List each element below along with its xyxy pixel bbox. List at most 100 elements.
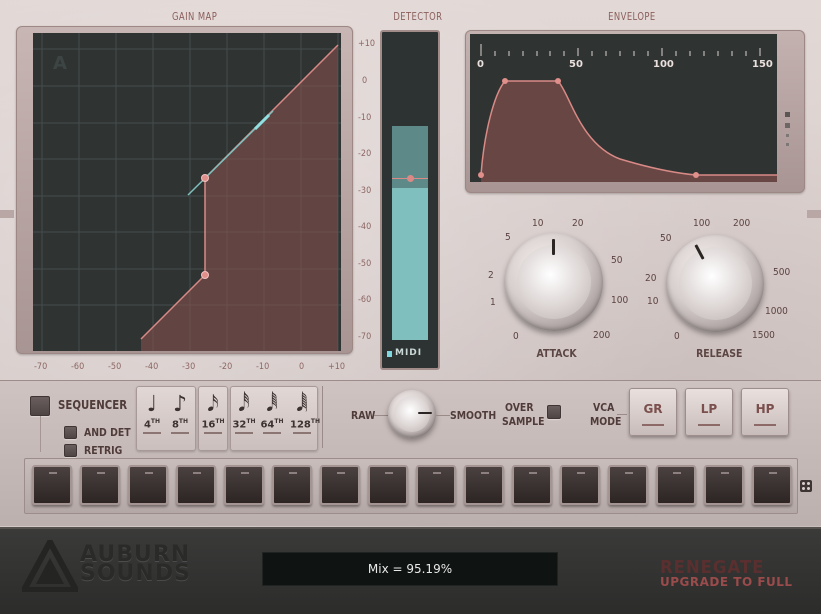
x-tick: -20 [219, 362, 233, 372]
step-button-2[interactable] [80, 465, 120, 505]
note-16th-button[interactable]: 𝅘𝅥𝅯 16TH [201, 392, 225, 435]
dice-icon[interactable] [800, 480, 812, 492]
attack-label: ATTACK [536, 347, 577, 360]
note-8th-button[interactable]: ♪ 8TH [168, 392, 192, 435]
x-tick: -60 [71, 362, 85, 372]
sixteenth-note-icon: 𝅘𝅥𝅯 [207, 392, 219, 417]
eighth-note-icon: ♪ [172, 392, 188, 417]
detector-title: DETECTOR [393, 10, 443, 23]
gain-map-logo-glyph: A [53, 53, 67, 74]
right-rail [807, 210, 821, 218]
x-tick: -40 [145, 362, 159, 372]
envelope-point-start [478, 172, 484, 178]
retrig-checkbox[interactable] [64, 444, 77, 457]
over-sample-checkbox[interactable] [547, 405, 561, 419]
vca-gr-button[interactable]: GR [629, 388, 677, 436]
and-det-checkbox[interactable] [64, 426, 77, 439]
attack-scale-label: 200 [593, 330, 611, 341]
y-tick: -20 [358, 149, 372, 159]
smooth-label: SMOOTH [450, 409, 497, 422]
step-button-6[interactable] [272, 465, 312, 505]
release-scale-label: 50 [660, 233, 672, 244]
step-button-10[interactable] [464, 465, 504, 505]
step-button-13[interactable] [608, 465, 648, 505]
smoothing-knob[interactable] [388, 390, 436, 438]
envelope-display[interactable] [470, 34, 777, 182]
vca-hp-button[interactable]: HP [741, 388, 789, 436]
step-button-12[interactable] [560, 465, 600, 505]
brand-name: AUBURN SOUNDS [80, 542, 191, 586]
attack-scale-label: 20 [572, 218, 584, 229]
release-scale-label: 10 [647, 296, 659, 307]
midi-indicator [387, 351, 392, 357]
step-button-9[interactable] [416, 465, 456, 505]
release-scale-label: 200 [733, 218, 751, 229]
release-label: RELEASE [696, 347, 743, 360]
gain-map-display[interactable]: A [33, 33, 341, 351]
upgrade-link[interactable]: UPGRADE TO FULL [660, 575, 793, 589]
step-button-16[interactable] [752, 465, 792, 505]
vca-line [617, 414, 627, 415]
release-scale-label: 100 [693, 218, 711, 229]
envelope-tick: 150 [752, 59, 773, 70]
attack-scale-label: 0 [513, 331, 519, 342]
attack-scale-label: 1 [490, 297, 496, 308]
raw-line [374, 415, 388, 416]
step-button-14[interactable] [656, 465, 696, 505]
x-tick: -30 [182, 362, 196, 372]
y-tick: +10 [358, 39, 376, 49]
attack-scale-label: 10 [532, 218, 544, 229]
attack-knob[interactable] [505, 233, 603, 331]
detector-meter[interactable]: MIDI [380, 30, 440, 370]
detector-level-bar [392, 188, 428, 340]
note-128th-button[interactable]: 𝅘𝅥𝅲 128TH [290, 392, 320, 435]
over-sample-label-line1: OVER [505, 401, 534, 414]
y-tick: -60 [358, 295, 372, 305]
release-scale-label: 500 [773, 267, 791, 278]
y-tick: -30 [358, 186, 372, 196]
step-button-11[interactable] [512, 465, 552, 505]
envelope-scroll-dots[interactable] [785, 112, 790, 172]
release-knob[interactable] [667, 235, 764, 332]
step-button-7[interactable] [320, 465, 360, 505]
y-tick: 0 [362, 76, 368, 86]
hundred-twenty-eighth-note-icon: 𝅘𝅥𝅲 [296, 392, 308, 417]
y-tick: -50 [358, 259, 372, 269]
tree-line [40, 416, 41, 452]
thirty-second-note-icon: 𝅘𝅥𝅰 [238, 392, 250, 417]
envelope-tick: 100 [653, 59, 674, 70]
note-32nd-button[interactable]: 𝅘𝅥𝅰 32TH [232, 392, 256, 435]
envelope-title: ENVELOPE [608, 10, 656, 23]
attack-scale-label: 5 [505, 232, 511, 243]
step-button-1[interactable] [32, 465, 72, 505]
smoothing-knob-indicator [418, 412, 432, 414]
envelope-point-release [693, 172, 699, 178]
note-4th-button[interactable]: ♩ 4TH [140, 392, 164, 435]
envelope-point-attack [502, 78, 508, 84]
attack-scale-label: 50 [611, 255, 623, 266]
x-tick: -50 [108, 362, 122, 372]
step-button-15[interactable] [704, 465, 744, 505]
note-64th-button[interactable]: 𝅘𝅥𝅱 64TH [260, 392, 284, 435]
detector-threshold-handle[interactable] [407, 175, 414, 182]
quarter-note-icon: ♩ [146, 392, 158, 417]
vca-lp-button[interactable]: LP [685, 388, 733, 436]
step-button-3[interactable] [128, 465, 168, 505]
gain-knee-point-upper [201, 174, 209, 182]
release-scale-label: 20 [645, 273, 657, 284]
sequencer-toggle[interactable] [30, 396, 50, 416]
status-display: Mix = 95.19% [262, 552, 558, 586]
envelope-tick: 0 [477, 59, 484, 70]
x-tick: 0 [299, 362, 305, 372]
step-button-4[interactable] [176, 465, 216, 505]
gain-map-title: GAIN MAP [171, 10, 218, 23]
smooth-line [436, 415, 450, 416]
sixty-fourth-note-icon: 𝅘𝅥𝅱 [266, 392, 278, 417]
attack-scale-label: 2 [488, 270, 494, 281]
over-sample-label-line2: SAMPLE [502, 415, 545, 428]
step-button-5[interactable] [224, 465, 264, 505]
step-button-8[interactable] [368, 465, 408, 505]
gain-knee-point-lower [201, 271, 209, 279]
y-tick: -10 [358, 113, 372, 123]
attack-knob-indicator [552, 239, 555, 255]
